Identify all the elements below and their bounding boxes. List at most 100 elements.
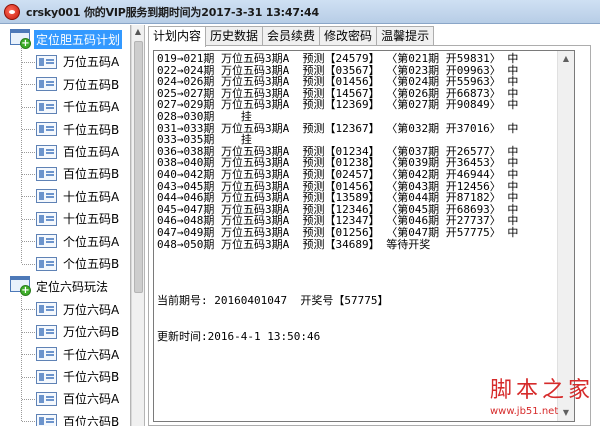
tree-item-label: 个位五码B (63, 257, 120, 271)
plan-list-icon (36, 166, 57, 181)
tree-group-0[interactable]: + 定位胆五码计划 (10, 28, 123, 50)
tree-connector (22, 106, 35, 108)
tree-item[interactable]: 千位六码A (36, 343, 119, 365)
plan-line: 028→030期 挂 (157, 109, 252, 123)
plan-line: 033→035期 挂 (157, 133, 252, 147)
tree-item[interactable]: 百位五码A (36, 141, 119, 163)
tree-item-label: 千位六码B (63, 370, 120, 384)
tree-connector (22, 129, 35, 131)
tree-item[interactable]: 万位五码A (36, 51, 119, 73)
plan-tree[interactable]: + 定位胆五码计划 万位五码A 万位五码B 千位五码A 千位五码B 百位五码A 百位五码B 十位… (0, 25, 131, 426)
tree-group-1[interactable]: + 定位六码玩法 (10, 275, 110, 297)
tree-item-label: 十位五码B (63, 212, 120, 227)
tree-item[interactable]: 万位五码B (36, 73, 119, 95)
tree-item[interactable]: 十位五码B (36, 208, 119, 230)
title-bar: crsky001 你的VIP服务到期时间为2017-3-31 13:47:44 (0, 0, 600, 24)
tree-connector (22, 218, 35, 220)
plan-content-textarea[interactable]: 019→021期 万位五码3期A 预测【24579】 〈第021期 开59831… (153, 50, 575, 422)
plan-list-icon (36, 54, 57, 69)
plan-list-icon (36, 122, 57, 137)
tree-item[interactable]: 千位五码B (36, 118, 119, 140)
tree-item[interactable]: 万位六码B (36, 321, 119, 343)
tree-connector (22, 398, 35, 400)
tree-connector (22, 173, 35, 175)
tree-scrollbar[interactable]: ▲ (131, 25, 145, 426)
tab-panel-plan: 019→021期 万位五码3期A 预测【24579】 〈第021期 开59831… (148, 45, 591, 426)
scroll-up-arrow-icon[interactable]: ▲ (132, 25, 144, 39)
tree-connector (21, 48, 22, 264)
tree-connector (22, 354, 35, 356)
watermark-text: 脚本之家 (490, 378, 595, 403)
plan-line: 048→050期 万位五码3期A 预测【34689】 等待开奖 (157, 237, 431, 251)
plan-line: 047→049期 万位五码3期A 预测【01256】 〈第047期 开57775… (157, 225, 519, 239)
tree-item-label: 百位五码A (63, 145, 120, 159)
scrollbar-thumb[interactable] (134, 41, 143, 293)
plan-list-icon (36, 211, 57, 226)
tree-item-label: 百位五码B (63, 167, 120, 182)
plan-list-icon (36, 414, 57, 426)
plan-list-icon (36, 302, 57, 317)
tree-item[interactable]: 十位五码A (36, 185, 119, 207)
tab-3[interactable]: 修改密码 (319, 26, 378, 46)
tree-item-label: 万位五码A (63, 55, 120, 70)
tree-item[interactable]: 个位五码A (36, 230, 119, 252)
plan-line: 040→042期 万位五码3期A 预测【02457】 〈第042期 开46944… (157, 167, 519, 181)
update-time-text: 更新时间:2016-4-1 13:50:46 (157, 330, 321, 343)
tab-2[interactable]: 会员续费 (262, 26, 321, 46)
plan-list-icon (36, 391, 57, 406)
plan-list-icon (36, 369, 57, 384)
app-logo-icon (4, 4, 20, 20)
tree-item[interactable]: 千位六码B (36, 366, 119, 388)
tree-connector (22, 241, 35, 243)
tree-item-label: 千位五码A (63, 100, 120, 115)
tree-connector (22, 196, 35, 198)
tab-4[interactable]: 温馨提示 (376, 26, 435, 46)
tree-group-label: 定位胆五码计划 (34, 29, 123, 49)
tree-item-label: 万位五码B (63, 77, 120, 92)
plan-list-icon (36, 256, 57, 271)
tree-item[interactable]: 千位五码A (36, 96, 119, 118)
tree-item-label: 百位六码A (63, 392, 120, 407)
tree-connector (22, 309, 35, 311)
tree-item-label: 万位六码B (63, 325, 120, 340)
plan-line: 019→021期 万位五码3期A 预测【24579】 〈第021期 开59831… (157, 52, 519, 65)
plan-list-icon (36, 234, 57, 249)
plan-list-icon (36, 347, 57, 362)
tree-connector (21, 295, 22, 422)
plan-list-icon (36, 144, 57, 159)
tree-item-label: 千位六码A (63, 347, 120, 362)
plan-window-add-icon: + (10, 276, 32, 297)
tree-item[interactable]: 个位五码B (36, 253, 119, 275)
tab-0[interactable]: 计划内容 (148, 26, 207, 47)
plan-window-add-icon: + (10, 29, 32, 49)
tree-item[interactable]: 百位六码B (36, 410, 119, 426)
tree-connector (22, 61, 35, 63)
tab-strip: 计划内容 历史数据 会员续费 修改密码 温馨提示 (148, 26, 435, 47)
plan-list-icon (36, 77, 57, 92)
tree-item[interactable]: 百位六码A (36, 388, 119, 410)
tree-connector (22, 331, 35, 333)
textarea-scrollbar[interactable]: ▲ ▼ (557, 51, 574, 421)
scroll-up-arrow-icon[interactable]: ▲ (558, 51, 574, 67)
tree-connector (22, 84, 35, 86)
plan-list-icon (36, 189, 57, 204)
plan-line: 044→046期 万位五码3期A 预测【13589】 〈第044期 开87182… (157, 191, 519, 205)
tree-item-label: 百位六码B (63, 414, 120, 426)
tree-item-label: 千位五码B (63, 122, 120, 137)
watermark-url: www.jb51.net (490, 406, 559, 417)
tree-item-label: 个位五码A (63, 234, 120, 249)
tree-item[interactable]: 百位五码B (36, 163, 119, 185)
tree-connector (22, 421, 35, 423)
tree-connector (22, 263, 35, 265)
tree-group-label: 定位六码玩法 (36, 279, 109, 294)
tree-item-label: 十位五码A (63, 189, 120, 204)
tree-item[interactable]: 万位六码A (36, 298, 119, 320)
plan-lines: 019→021期 万位五码3期A 预测【24579】 〈第021期 开59831… (157, 53, 518, 250)
tab-1[interactable]: 历史数据 (205, 26, 264, 46)
tree-connector (22, 376, 35, 378)
plan-list-icon (36, 99, 57, 114)
window-title: crsky001 你的VIP服务到期时间为2017-3-31 13:47:44 (26, 6, 319, 19)
tree-item-label: 万位六码A (63, 302, 120, 317)
plan-list-icon (36, 324, 57, 339)
plan-status: 当前期号: 20160401047 开奖号【57775】 更新时间:2016-4… (157, 271, 388, 367)
